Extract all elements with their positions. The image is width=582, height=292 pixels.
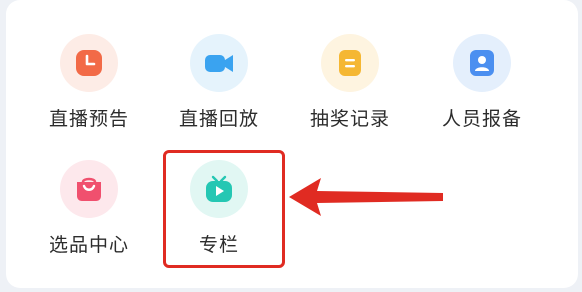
grid-item-selection-center[interactable]: 选品中心 <box>34 160 144 270</box>
document-icon <box>321 34 379 92</box>
clock-icon <box>60 34 118 92</box>
grid-item-personnel-report[interactable]: 人员报备 <box>427 34 537 144</box>
person-card-icon <box>453 34 511 92</box>
grid-item-label: 抽奖记录 <box>309 108 390 130</box>
grid-item-live-replay[interactable]: 直播回放 <box>164 34 274 144</box>
grid-item-lottery-records[interactable]: 抽奖记录 <box>295 34 405 144</box>
grid-item-label: 人员报备 <box>441 108 522 130</box>
feature-grid-card: 直播预告 直播回放 抽奖记录 人员报备 选品中心 专栏 <box>6 0 578 288</box>
grid-item-label: 直播回放 <box>178 108 259 130</box>
grid-item-label: 直播预告 <box>48 108 129 130</box>
highlight-box <box>163 150 285 268</box>
grid-item-live-preview[interactable]: 直播预告 <box>34 34 144 144</box>
grid-item-label: 选品中心 <box>48 234 129 256</box>
shopping-bag-icon <box>60 160 118 218</box>
pointer-arrow-icon <box>289 178 443 216</box>
video-camera-icon <box>190 34 248 92</box>
